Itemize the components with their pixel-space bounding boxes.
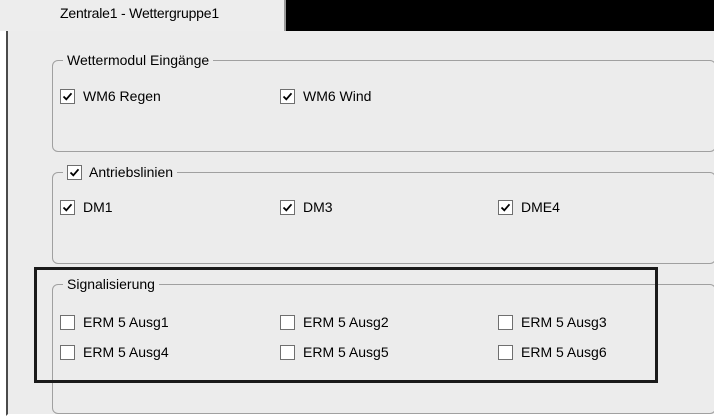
checkbox-box[interactable] — [280, 88, 295, 104]
checkbox-antriebslinien[interactable] — [67, 164, 82, 180]
checkbox-wm6-wind[interactable]: WM6 Wind — [280, 88, 371, 104]
checkbox-box[interactable] — [498, 314, 513, 330]
settings-panel: Wettermodul Eingänge WM6 Regen WM6 Wind … — [6, 31, 714, 416]
checkbox-erm5-ausg1[interactable]: ERM 5 Ausg1 — [60, 314, 169, 330]
checkbox-box[interactable] — [280, 199, 295, 215]
checkbox-box[interactable] — [60, 199, 75, 215]
checkmark-icon — [282, 203, 293, 212]
checkbox-box[interactable] — [60, 344, 75, 360]
checkbox-dm3[interactable]: DM3 — [280, 199, 333, 215]
checkbox-erm5-ausg6[interactable]: ERM 5 Ausg6 — [498, 344, 607, 360]
checkbox-wm6-regen[interactable]: WM6 Regen — [60, 88, 161, 104]
checkbox-erm5-ausg2[interactable]: ERM 5 Ausg2 — [280, 314, 389, 330]
checkmark-icon — [500, 203, 511, 212]
checkbox-box[interactable] — [60, 88, 75, 104]
group-wettermodul-title: Wettermodul Eingänge — [63, 51, 214, 69]
checkbox-dm1[interactable]: DM1 — [60, 199, 113, 215]
checkmark-icon — [282, 92, 293, 101]
checkbox-box[interactable] — [498, 199, 513, 215]
group-signalisierung-title: Signalisierung — [63, 275, 159, 293]
tab-label: Zentrale1 - Wettergruppe1 — [60, 5, 219, 21]
tab-wettergruppe[interactable]: Zentrale1 - Wettergruppe1 — [0, 0, 286, 31]
checkmark-icon — [62, 203, 73, 212]
title-bar: Zentrale1 - Wettergruppe1 — [0, 0, 714, 31]
checkbox-box[interactable] — [280, 314, 295, 330]
checkbox-erm5-ausg4[interactable]: ERM 5 Ausg4 — [60, 344, 169, 360]
checkbox-dme4[interactable]: DME4 — [498, 199, 560, 215]
group-antriebslinien-title[interactable]: Antriebslinien — [63, 163, 178, 181]
checkbox-box[interactable] — [60, 314, 75, 330]
checkbox-erm5-ausg5[interactable]: ERM 5 Ausg5 — [280, 344, 389, 360]
checkmark-icon — [62, 92, 73, 101]
checkbox-erm5-ausg3[interactable]: ERM 5 Ausg3 — [498, 314, 607, 330]
checkmark-icon — [69, 168, 80, 177]
group-wettermodul: Wettermodul Eingänge — [52, 51, 714, 152]
checkbox-box[interactable] — [498, 344, 513, 360]
checkbox-box[interactable] — [280, 344, 295, 360]
group-antriebslinien: Antriebslinien — [52, 163, 714, 264]
